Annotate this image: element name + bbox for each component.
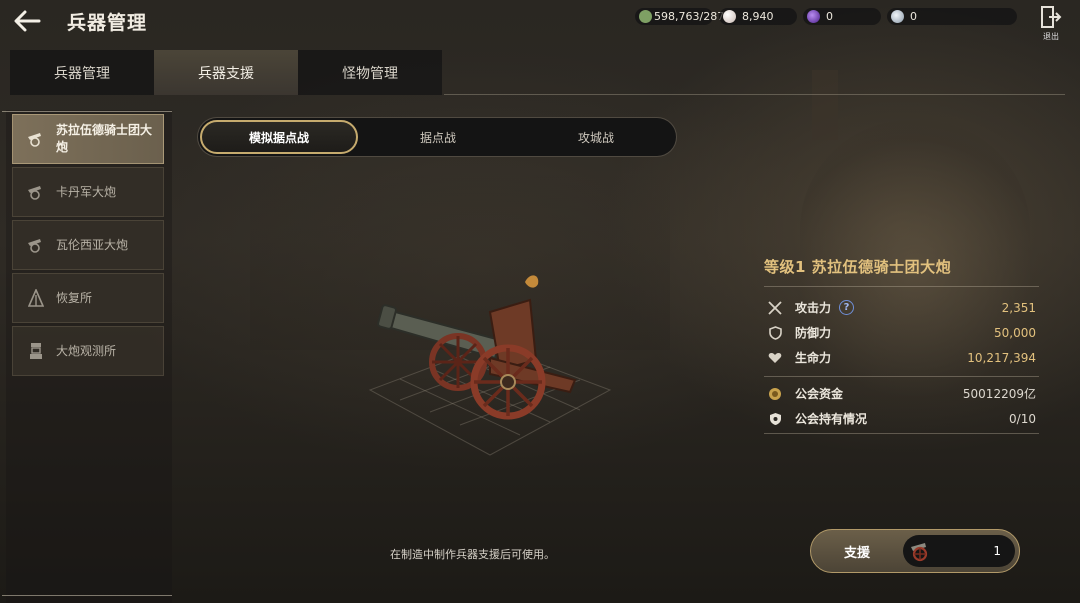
exit-label: 退出 [1043, 32, 1059, 41]
sidebar-item-label: 瓦伦西亚大炮 [56, 237, 129, 252]
arrow-left-icon [14, 10, 41, 32]
stats-divider [764, 433, 1039, 434]
support-cost-value: 1 [993, 544, 1001, 558]
shield-icon [767, 325, 783, 341]
currency-energy-value: 598,763/287 [654, 10, 725, 23]
currency-purple-gem: 0 [803, 8, 881, 25]
support-cost: 1 [903, 535, 1015, 567]
currency-purple-gem-value: 0 [826, 10, 833, 23]
mode-siege-war[interactable]: 攻城战 [518, 120, 674, 154]
guild-funds-value: 50012209亿 [962, 387, 1036, 401]
top-bar: 兵器管理 598,763/287 8,940 0 0 退出 [0, 0, 1080, 44]
page-title: 兵器管理 [67, 12, 148, 34]
guild-holding-label: 公会持有情况 [795, 412, 868, 426]
tent-icon [25, 287, 47, 309]
sidebar-item-label: 恢复所 [56, 290, 93, 305]
silver-coin-icon [891, 10, 904, 23]
heart-icon [767, 350, 783, 366]
sidebar-divider-top [2, 111, 172, 112]
currency-pearl-value: 8,940 [742, 10, 774, 23]
guild-shield-icon [767, 411, 783, 427]
sidebar-item-label: 卡丹军大炮 [56, 184, 117, 199]
purple-gem-icon [807, 10, 820, 23]
tab-weapon-support[interactable]: 兵器支援 [154, 50, 298, 95]
tab-monster-management[interactable]: 怪物管理 [298, 50, 442, 95]
stat-hp-value: 10,217,394 [967, 350, 1036, 365]
sidebar-divider-bottom [2, 595, 172, 596]
currency-pearl: 8,940 [719, 8, 797, 25]
cannon-3d-model [340, 270, 640, 470]
tab-label: 兵器管理 [54, 65, 110, 82]
stats-divider [764, 376, 1039, 377]
exit-button[interactable]: 退出 [1036, 5, 1066, 41]
energy-icon [639, 10, 652, 23]
mode-label: 模拟据点战 [248, 130, 309, 145]
cannon-item-icon [908, 538, 934, 564]
mode-label: 攻城战 [577, 130, 614, 145]
mode-node-war[interactable]: 据点战 [358, 120, 518, 154]
tab-label: 怪物管理 [342, 65, 398, 82]
stat-attack-value: 2,351 [1001, 300, 1036, 315]
currency-silver-coin-value: 0 [910, 10, 917, 23]
support-button[interactable]: 支援 1 [810, 529, 1020, 573]
guild-funds-icon [767, 386, 783, 402]
sidebar-item-recovery-station[interactable]: 恢复所 [12, 273, 164, 323]
cannon-icon [25, 128, 47, 150]
weapon-title: 等级1 苏拉伍德骑士团大炮 [764, 258, 952, 276]
back-button[interactable] [10, 6, 44, 36]
battle-mode-selector: 模拟据点战 据点战 攻城战 [197, 117, 677, 157]
currency-silver-coin: 0 [887, 8, 1017, 25]
exit-door-icon [1041, 6, 1062, 28]
mode-simulated-node-war[interactable]: 模拟据点战 [200, 120, 358, 154]
guild-holding: 公会持有情况 0/10 [764, 406, 1039, 431]
cannon-icon [25, 181, 47, 203]
sidebar-item-valencia-cannon[interactable]: 瓦伦西亚大炮 [12, 220, 164, 270]
sidebar-item-label: 大炮观测所 [56, 343, 117, 358]
tab-weapon-management[interactable]: 兵器管理 [10, 50, 154, 95]
tab-divider [444, 94, 1065, 95]
stat-attack-label: 攻击力 [795, 301, 832, 315]
weapon-stats-panel: 等级1 苏拉伍德骑士团大炮 攻击力 ? 2,351 防御力 50,000 生命力… [764, 256, 1039, 434]
crossed-swords-icon [767, 300, 783, 316]
cannon-icon [25, 234, 47, 256]
sidebar-item-kadan-cannon[interactable]: 卡丹军大炮 [12, 167, 164, 217]
stat-defense-value: 50,000 [994, 325, 1036, 340]
mode-label: 据点战 [419, 130, 456, 145]
sidebar-item-sulawood-cannon[interactable]: 苏拉伍德骑士团大炮 [12, 114, 164, 164]
watchtower-icon [25, 340, 47, 362]
support-button-label: 支援 [843, 545, 870, 561]
guild-funds: 公会资金 50012209亿 [764, 381, 1039, 406]
stat-hp: 生命力 10,217,394 [764, 345, 1039, 370]
tab-label: 兵器支援 [198, 65, 254, 82]
stat-defense-label: 防御力 [795, 326, 832, 340]
pearl-icon [723, 10, 736, 23]
stat-attack: 攻击力 ? 2,351 [764, 295, 1039, 320]
currency-energy: 598,763/287 [635, 8, 724, 25]
help-icon[interactable]: ? [839, 300, 855, 315]
stat-defense: 防御力 50,000 [764, 320, 1039, 345]
main-tabs: 兵器管理 兵器支援 怪物管理 [10, 50, 442, 95]
stat-hp-label: 生命力 [795, 351, 832, 365]
background-banner [812, 70, 838, 140]
guild-funds-label: 公会资金 [795, 387, 844, 401]
sidebar-item-cannon-observatory[interactable]: 大炮观测所 [12, 326, 164, 376]
stats-divider [764, 286, 1039, 287]
usage-hint: 在制造中制作兵器支援后可使用。 [390, 548, 555, 561]
sidebar-item-label: 苏拉伍德骑士团大炮 [56, 123, 153, 154]
guild-holding-value: 0/10 [1009, 411, 1036, 426]
